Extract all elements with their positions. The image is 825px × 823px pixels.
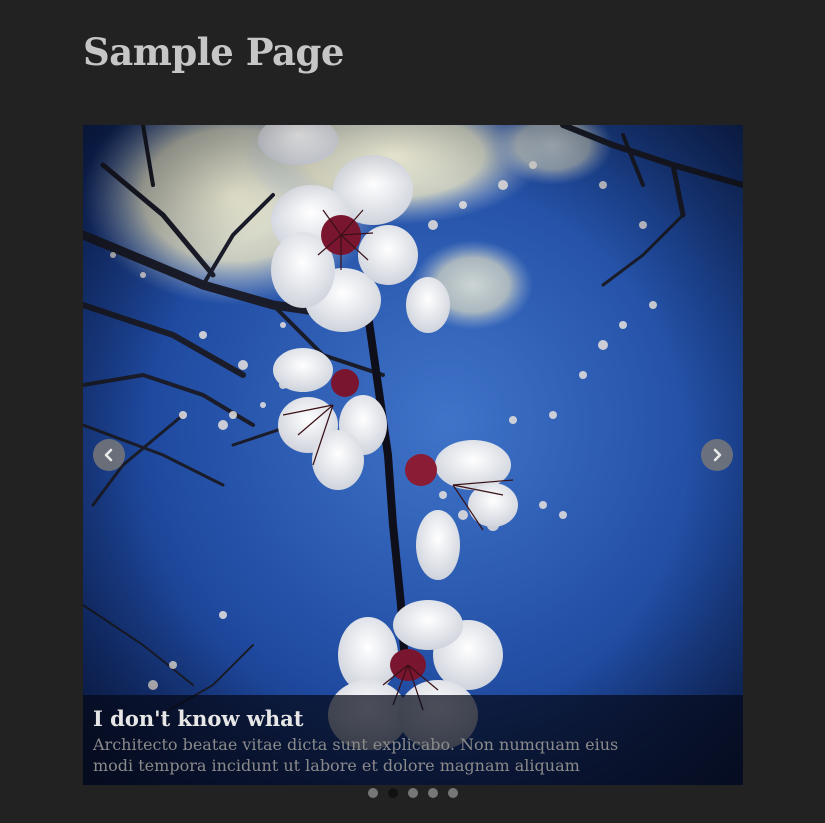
pager-dot-2[interactable] — [388, 788, 398, 798]
slide-image-cherry-blossom — [83, 125, 743, 785]
caption-text: Architecto beatae vitae dicta sunt expli… — [93, 734, 733, 776]
pager-dot-3[interactable] — [408, 788, 418, 798]
image-slider[interactable]: I don't know what Architecto beatae vita… — [83, 125, 743, 785]
chevron-left-icon — [104, 448, 113, 462]
page-title: Sample Page — [83, 30, 344, 74]
slide-caption: I don't know what Architecto beatae vita… — [83, 695, 743, 785]
slider-prev-button[interactable] — [93, 439, 125, 471]
pager-dot-5[interactable] — [448, 788, 458, 798]
caption-text-line: Architecto beatae vitae dicta sunt expli… — [93, 735, 619, 754]
caption-text-line: modi tempora incidunt ut labore et dolor… — [93, 756, 580, 775]
slider-next-button[interactable] — [701, 439, 733, 471]
chevron-right-icon — [713, 448, 722, 462]
pager-dot-1[interactable] — [368, 788, 378, 798]
pager-dot-4[interactable] — [428, 788, 438, 798]
slider-pager — [368, 788, 458, 798]
caption-title: I don't know what — [93, 706, 304, 731]
